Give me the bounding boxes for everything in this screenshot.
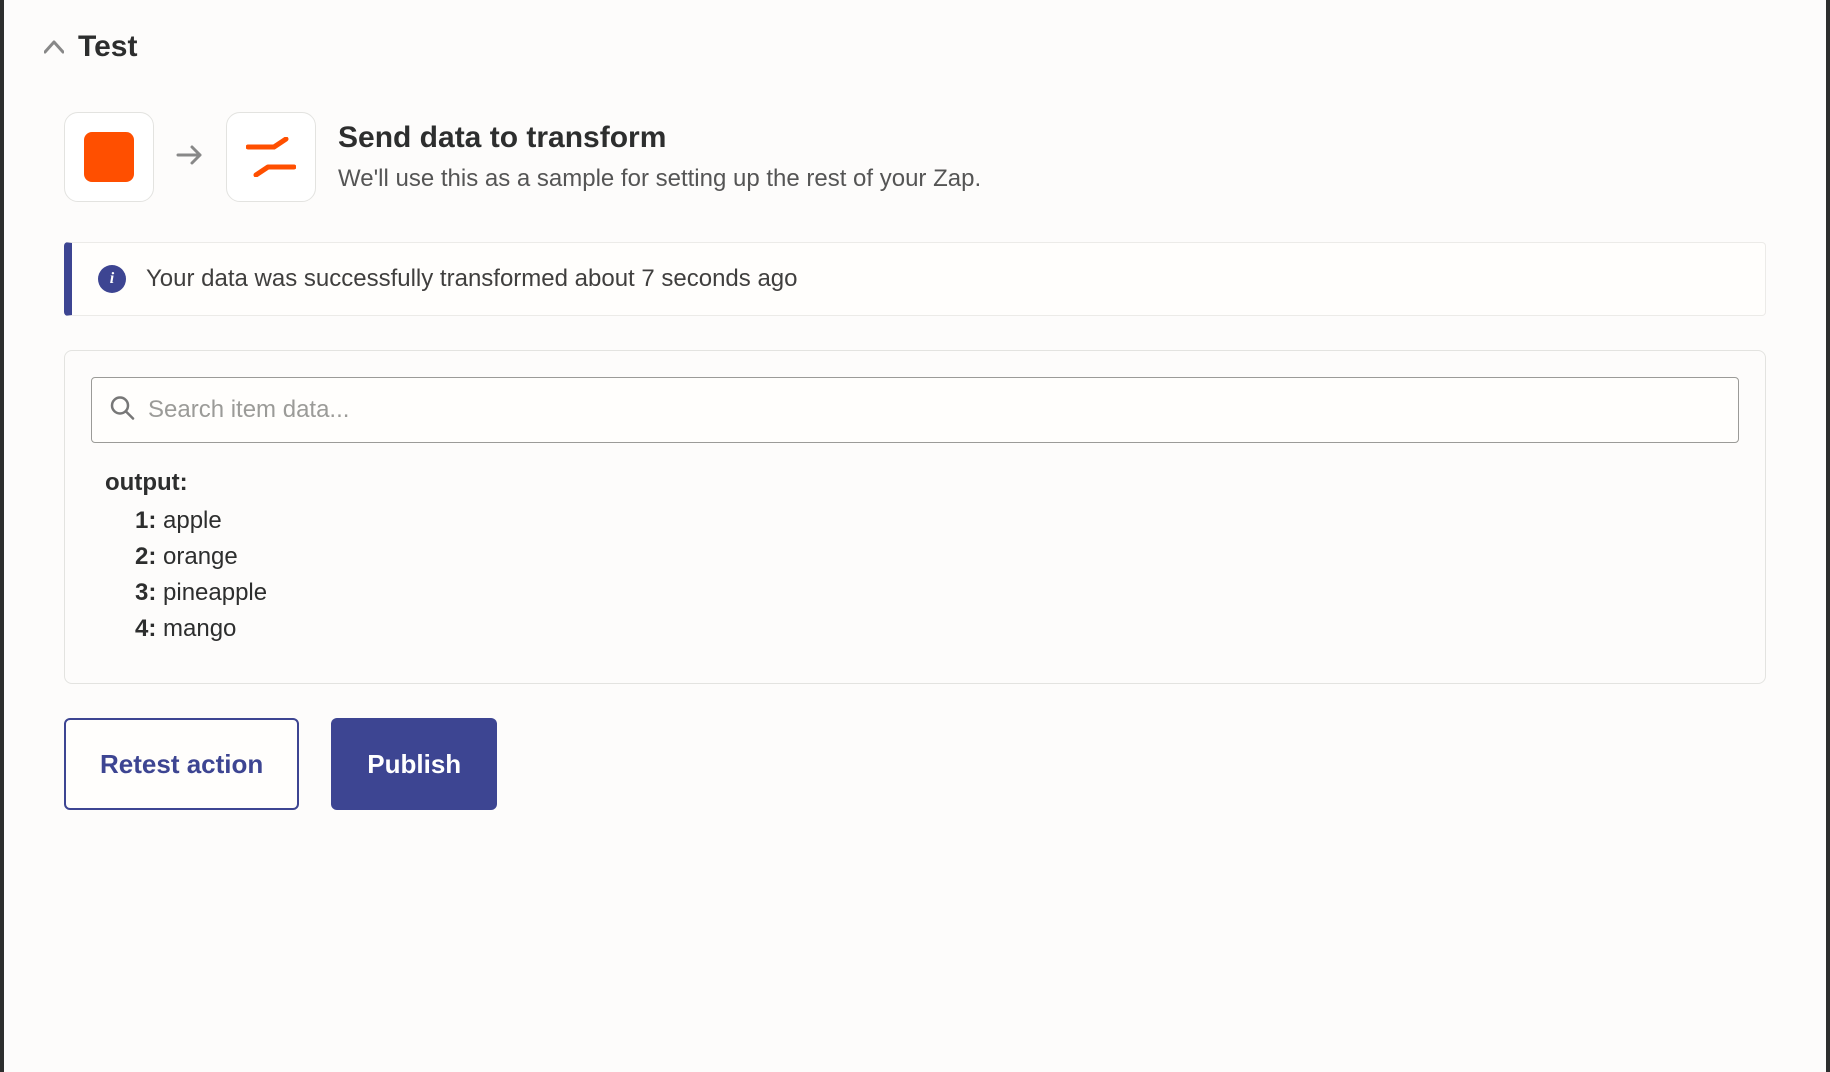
chevron-up-icon	[44, 34, 64, 60]
output-item: 2: orange	[105, 539, 1739, 575]
app-flow-row: Send data to transform We'll use this as…	[64, 112, 1766, 202]
alert-message: Your data was successfully transformed a…	[146, 265, 798, 293]
output-label: output:	[105, 469, 1739, 497]
retest-button[interactable]: Retest action	[64, 718, 299, 810]
arrow-right-icon	[176, 142, 204, 173]
target-app-tile	[226, 112, 316, 202]
output-item: 4: mango	[105, 611, 1739, 647]
section-header[interactable]: Test	[44, 30, 1786, 64]
output-item: 3: pineapple	[105, 575, 1739, 611]
zapier-app-icon	[84, 132, 134, 182]
header-subtitle: We'll use this as a sample for setting u…	[338, 165, 981, 193]
output-block: output: 1: apple 2: orange 3: pineapple …	[91, 469, 1739, 647]
header-title: Send data to transform	[338, 121, 981, 155]
header-text-block: Send data to transform We'll use this as…	[338, 121, 981, 193]
publish-button[interactable]: Publish	[331, 718, 497, 810]
action-buttons: Retest action Publish	[64, 718, 1766, 810]
info-icon: i	[98, 265, 126, 293]
transform-icon	[246, 137, 296, 177]
results-box: output: 1: apple 2: orange 3: pineapple …	[64, 350, 1766, 684]
source-app-tile	[64, 112, 154, 202]
output-item: 1: apple	[105, 503, 1739, 539]
section-title: Test	[78, 30, 137, 64]
test-panel: Test Send data to transform We'll use th…	[0, 0, 1830, 1072]
success-alert: i Your data was successfully transformed…	[64, 242, 1766, 316]
search-input[interactable]	[91, 377, 1739, 443]
search-wrap	[91, 377, 1739, 443]
search-icon	[109, 395, 135, 426]
